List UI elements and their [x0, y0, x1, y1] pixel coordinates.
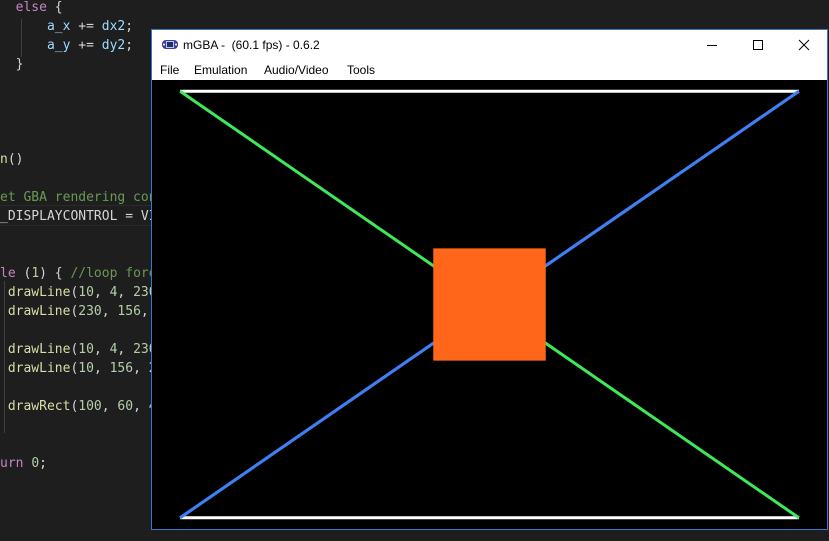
- code-token: ,: [133, 399, 149, 414]
- code-token: ;: [39, 456, 47, 471]
- gameboy-advance-icon: [162, 40, 178, 49]
- menu-file[interactable]: File: [160, 63, 179, 77]
- game-canvas: [152, 80, 827, 529]
- code-token: 0: [31, 456, 40, 471]
- maximize-button[interactable]: [735, 30, 781, 60]
- code-token: drawLine: [7, 304, 71, 319]
- code-token: urn: [0, 456, 24, 471]
- menu-emulation[interactable]: Emulation: [194, 63, 247, 77]
- code-token: n: [0, 152, 8, 167]
- code-token: drawLine: [7, 361, 71, 376]
- code-token: _DISPLAYCONTROL = VI: [0, 209, 157, 224]
- menu-audio-video[interactable]: Audio/Video: [264, 63, 329, 77]
- code-token: (: [15, 266, 32, 281]
- code-token: drawRect: [7, 399, 71, 414]
- code-token: ,: [117, 285, 134, 300]
- mgba-window[interactable]: mGBA - (60.1 fps) - 0.6.2 File Emulation…: [151, 29, 828, 530]
- code-token: }: [0, 57, 24, 72]
- code-token: ) {: [39, 266, 71, 281]
- code-token: +=: [70, 38, 102, 53]
- code-token: le: [0, 266, 16, 281]
- code-token: drawLine: [7, 342, 71, 357]
- code-token: 60: [117, 399, 134, 414]
- code-token: 156: [117, 304, 141, 319]
- code-token: ;: [125, 38, 134, 53]
- code-line: a_y += dy2;: [0, 36, 133, 55]
- code-token: ,: [101, 304, 118, 319]
- code-line: else {: [0, 0, 63, 17]
- minimize-icon: [707, 45, 717, 46]
- code-token: et GBA rendering con: [0, 190, 157, 205]
- code-token: //loop fore: [70, 266, 157, 281]
- code-token: dy2: [101, 38, 126, 53]
- menu-bar: File Emulation Audio/Video Tools: [152, 60, 827, 80]
- code-token: 230: [78, 304, 102, 319]
- code-token: else: [15, 0, 47, 15]
- close-button[interactable]: [781, 30, 827, 60]
- close-icon: [798, 39, 810, 51]
- title-bar[interactable]: mGBA - (60.1 fps) - 0.6.2: [152, 30, 827, 60]
- minimize-button[interactable]: [689, 30, 735, 60]
- code-token: a_x: [46, 19, 71, 34]
- code-line: et GBA rendering con: [0, 188, 157, 207]
- code-line: le (1) { //loop fore: [0, 264, 157, 283]
- code-line: drawLine(10, 156, 2: [0, 359, 157, 378]
- code-token: 156: [109, 361, 134, 376]
- code-token: 1: [31, 266, 40, 281]
- window-title: mGBA - (60.1 fps) - 0.6.2: [183, 38, 320, 52]
- menu-tools[interactable]: Tools: [347, 63, 375, 77]
- code-line: drawLine(230, 156,: [0, 302, 157, 321]
- maximize-icon: [753, 40, 763, 50]
- code-token: ,: [101, 399, 118, 414]
- code-line: drawLine(10, 4, 230: [0, 340, 157, 359]
- code-token: (): [7, 152, 24, 167]
- code-token: drawLine: [7, 285, 71, 300]
- code-token: ,: [93, 342, 110, 357]
- game-screen[interactable]: [152, 80, 827, 529]
- code-token: 10: [78, 342, 94, 357]
- code-token: ,: [93, 285, 110, 300]
- code-token: ,: [117, 342, 134, 357]
- code-token: ;: [125, 19, 134, 34]
- code-token: 10: [78, 361, 94, 376]
- code-line: urn 0;: [0, 454, 47, 473]
- code-token: dx2: [101, 19, 126, 34]
- code-token: 10: [78, 285, 94, 300]
- code-token: +=: [70, 19, 102, 34]
- code-line: drawLine(10, 4, 230: [0, 283, 157, 302]
- code-token: 100: [78, 399, 102, 414]
- code-line: drawRect(100, 60, 4: [0, 397, 157, 416]
- code-token: ,: [93, 361, 110, 376]
- code-token: a_y: [46, 38, 71, 53]
- code-token: {: [46, 0, 63, 15]
- code-line: a_x += dx2;: [0, 17, 133, 36]
- code-line: _DISPLAYCONTROL = VI: [0, 207, 157, 226]
- code-line: n(): [0, 150, 23, 169]
- code-line: }: [0, 55, 24, 74]
- orange-rect: [433, 248, 546, 361]
